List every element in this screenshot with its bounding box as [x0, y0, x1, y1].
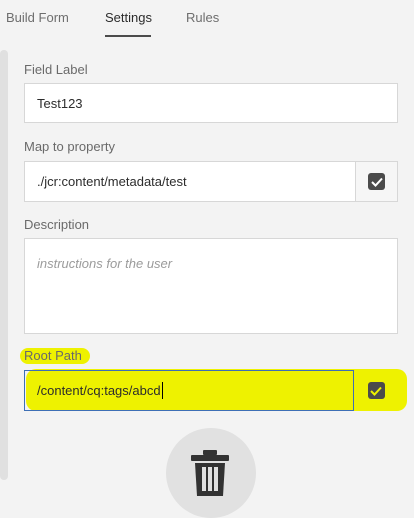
- map-to-property-value: ./jcr:content/metadata/test: [37, 174, 187, 189]
- root-path-checkbox[interactable]: [367, 382, 385, 399]
- delete-field-button[interactable]: [166, 428, 256, 518]
- tab-settings[interactable]: Settings: [105, 10, 152, 25]
- map-to-property-input[interactable]: ./jcr:content/metadata/test: [24, 161, 356, 202]
- map-to-property-checkbox-button[interactable]: [355, 161, 398, 202]
- root-path-label: Root Path: [24, 348, 82, 363]
- root-path-checkbox-button[interactable]: [356, 370, 396, 411]
- root-path-value: /content/cq:tags/abcd: [37, 383, 161, 398]
- root-path-input[interactable]: /content/cq:tags/abcd: [24, 370, 354, 411]
- text-cursor: [161, 382, 163, 399]
- field-label-label: Field Label: [24, 62, 88, 77]
- checkmark-icon: [370, 386, 382, 396]
- field-label-input[interactable]: Test123: [24, 83, 398, 123]
- map-to-property-checkbox[interactable]: [368, 173, 385, 190]
- panel-scroll-rail: [0, 50, 8, 480]
- map-to-property-label: Map to property: [24, 139, 116, 154]
- tab-build-form[interactable]: Build Form: [6, 10, 69, 25]
- description-placeholder: instructions for the user: [37, 256, 173, 271]
- active-tab-indicator: [105, 35, 151, 37]
- trash-icon: [191, 450, 229, 496]
- description-label: Description: [24, 217, 90, 232]
- field-label-value: Test123: [37, 95, 83, 111]
- tab-rules[interactable]: Rules: [186, 10, 219, 25]
- checkmark-icon: [370, 177, 383, 187]
- tab-bar: Build Form Settings Rules: [0, 0, 414, 40]
- description-textarea[interactable]: instructions for the user: [24, 238, 398, 334]
